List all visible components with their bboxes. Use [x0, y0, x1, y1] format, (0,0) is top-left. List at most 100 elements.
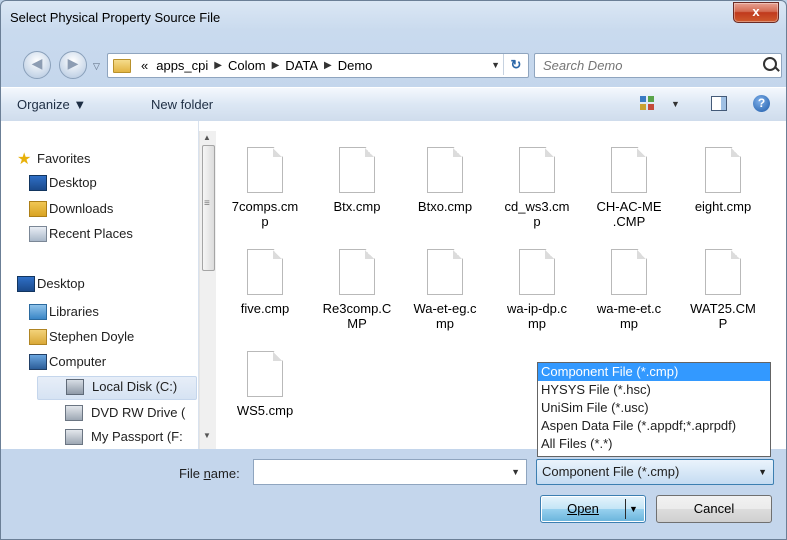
breadcrumb-separator-icon[interactable]: ▶	[270, 60, 282, 71]
cancel-button[interactable]: Cancel	[656, 495, 772, 523]
file-type-option[interactable]: HYSYS File (*.hsc)	[538, 381, 770, 399]
computer-icon	[29, 354, 47, 370]
document-icon	[247, 351, 283, 397]
breadcrumb-apps-cpi[interactable]: apps_cpi	[152, 58, 212, 73]
breadcrumb-separator-icon[interactable]: ▶	[322, 60, 334, 71]
file-type-option[interactable]: All Files (*.*)	[538, 435, 770, 453]
forward-arrow-icon: ▶	[67, 55, 79, 71]
document-icon	[611, 147, 647, 193]
breadcrumb-overflow[interactable]: «	[137, 58, 152, 73]
open-button[interactable]: Open ▼	[540, 495, 646, 523]
new-folder-button[interactable]: New folder	[151, 97, 213, 112]
sidebar-item-label: Downloads	[49, 201, 114, 216]
forward-button[interactable]: ▶	[59, 51, 87, 79]
back-arrow-icon: ◀	[31, 55, 43, 71]
preview-pane-icon[interactable]	[711, 96, 727, 111]
file-item[interactable]: cd_ws3.cm p	[489, 147, 585, 229]
scroll-down-icon[interactable]: ▼	[203, 431, 211, 440]
sidebar-item-label: Stephen Doyle	[49, 329, 135, 344]
file-type-option[interactable]: Aspen Data File (*.appdf;*.aprpdf)	[538, 417, 770, 435]
file-name-combobox[interactable]: ▼	[253, 459, 527, 485]
sidebar-item-label: Desktop	[49, 175, 97, 190]
file-item[interactable]: wa-me-et.c mp	[581, 249, 677, 331]
file-item[interactable]: Btx.cmp	[309, 147, 405, 214]
file-name-label: Btx.cmp	[333, 199, 381, 214]
sidebar-item-label: Desktop	[37, 276, 85, 291]
file-item[interactable]: WAT25.CM P	[675, 249, 771, 331]
file-name-label: wa-ip-dp.c mp	[507, 301, 567, 331]
file-name-label: Wa-et-eg.c mp	[413, 301, 477, 331]
sidebar-item-label: DVD RW Drive (	[91, 405, 186, 420]
file-type-select[interactable]: Component File (*.cmp) ▼	[536, 459, 774, 485]
view-options-dropdown[interactable]: ▼	[671, 99, 680, 109]
file-type-option[interactable]: Component File (*.cmp)	[538, 363, 770, 381]
dialog-footer: File name: ▼ Component File (*.cmp) ▼ Op…	[1, 449, 786, 539]
user-icon	[29, 329, 47, 345]
document-icon	[339, 147, 375, 193]
open-button-label: Open	[567, 501, 599, 516]
change-view-icon[interactable]	[640, 96, 654, 110]
document-icon	[427, 147, 463, 193]
dvd-drive-icon	[65, 405, 83, 421]
file-item[interactable]: five.cmp	[217, 249, 313, 316]
file-item[interactable]: WS5.cmp	[217, 351, 313, 418]
sidebar-item-label: Recent Places	[49, 226, 133, 241]
address-dropdown-icon[interactable]: ▼	[491, 60, 500, 70]
command-bar: Organize ▼ New folder ▼ ?	[1, 87, 786, 122]
address-bar[interactable]: « apps_cpi ▶ Colom ▶ DATA ▶ Demo ▼ ↻	[107, 53, 529, 78]
search-input[interactable]	[541, 57, 745, 74]
file-item[interactable]: Wa-et-eg.c mp	[397, 249, 493, 331]
navigation-pane: ★ Favorites Desktop Downloads Recent Pla…	[1, 121, 199, 449]
sidebar-item-label: Favorites	[37, 151, 91, 166]
desktop-icon	[17, 276, 35, 292]
organize-button[interactable]: Organize ▼	[17, 97, 86, 112]
libraries-icon	[29, 304, 47, 320]
breadcrumb-colom[interactable]: Colom	[224, 58, 270, 73]
window-title: Select Physical Property Source File	[10, 10, 221, 25]
search-icon[interactable]	[763, 57, 777, 71]
recent-locations-dropdown[interactable]: ▽	[93, 61, 100, 72]
split-divider	[625, 499, 626, 519]
document-icon	[247, 147, 283, 193]
file-item[interactable]: wa-ip-dp.c mp	[489, 249, 585, 331]
document-icon	[247, 249, 283, 295]
sidebar-scrollbar[interactable]: ▲ ≡ ▼	[199, 131, 216, 449]
file-item[interactable]: 7comps.cm p	[217, 147, 313, 229]
document-icon	[611, 249, 647, 295]
file-item[interactable]: CH-AC-ME .CMP	[581, 147, 677, 229]
file-item[interactable]: Btxo.cmp	[397, 147, 493, 214]
refresh-icon[interactable]: ↻	[503, 54, 528, 75]
file-name-input[interactable]	[258, 462, 492, 484]
document-icon	[705, 249, 741, 295]
chevron-down-icon[interactable]: ▼	[511, 467, 520, 477]
document-icon	[339, 249, 375, 295]
breadcrumb-demo[interactable]: Demo	[334, 58, 377, 73]
close-button[interactable]: x	[733, 2, 779, 23]
file-item[interactable]: Re3comp.C MP	[309, 249, 405, 331]
scroll-up-icon[interactable]: ▲	[203, 133, 211, 142]
file-type-dropdown-list: Component File (*.cmp) HYSYS File (*.hsc…	[537, 362, 771, 457]
scrollbar-grip-icon: ≡	[204, 198, 210, 209]
open-options-dropdown[interactable]: ▼	[629, 496, 638, 522]
back-button[interactable]: ◀	[23, 51, 51, 79]
chevron-down-icon[interactable]: ▼	[753, 460, 767, 484]
document-icon	[519, 147, 555, 193]
breadcrumb-data[interactable]: DATA	[281, 58, 322, 73]
recent-places-icon	[29, 226, 47, 242]
file-type-option[interactable]: UniSim File (*.usc)	[538, 399, 770, 417]
sidebar-item-local-disk[interactable]: Local Disk (C:)	[37, 376, 197, 400]
scrollbar-thumb[interactable]: ≡	[202, 145, 215, 271]
search-box[interactable]	[534, 53, 782, 78]
file-name-label: Re3comp.C MP	[322, 301, 392, 331]
file-item[interactable]: eight.cmp	[675, 147, 771, 214]
downloads-icon	[29, 201, 47, 217]
breadcrumb-separator-icon[interactable]: ▶	[212, 60, 224, 71]
help-icon[interactable]: ?	[753, 95, 770, 112]
file-dialog-window: Select Physical Property Source File x ◀…	[0, 0, 787, 540]
document-icon	[705, 147, 741, 193]
sidebar-item-label: Local Disk (C:)	[92, 379, 178, 394]
file-name-label: 7comps.cm p	[231, 199, 299, 229]
folder-icon	[113, 58, 131, 73]
file-name-label: WAT25.CM P	[690, 301, 756, 331]
sidebar-item-label: My Passport (F:	[91, 429, 183, 444]
